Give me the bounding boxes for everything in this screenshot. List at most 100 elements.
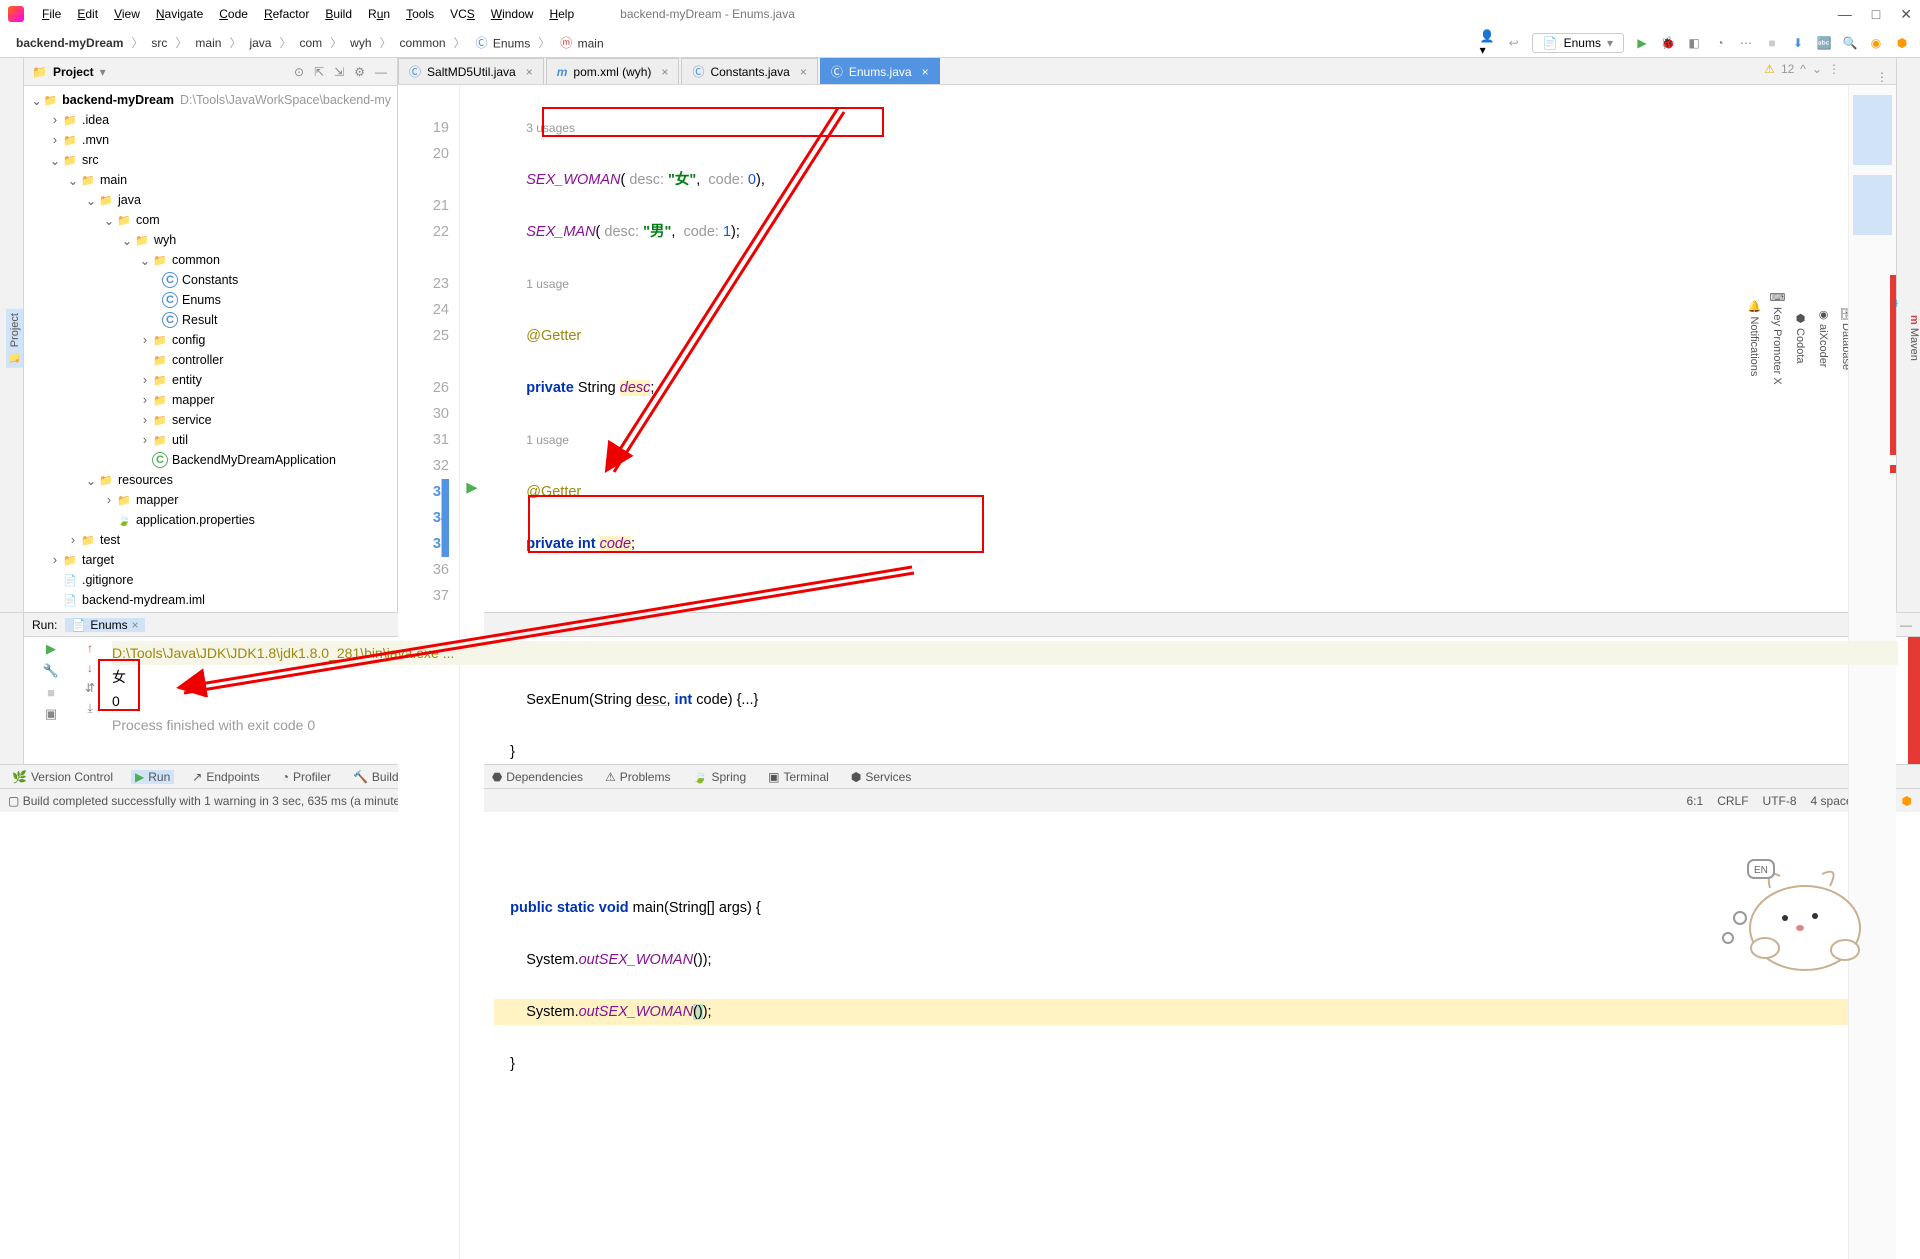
menu-view[interactable]: View xyxy=(108,5,146,23)
back-icon[interactable]: ↩ xyxy=(1506,35,1522,51)
profile-button[interactable]: ◔ xyxy=(1712,35,1728,51)
bt-profiler[interactable]: ◔Profiler xyxy=(278,770,335,784)
tree-item[interactable]: entity xyxy=(172,373,202,387)
more-actions-button[interactable]: ⋯ xyxy=(1738,35,1754,51)
up-icon[interactable]: ↑ xyxy=(87,641,93,655)
bt-build[interactable]: 🔨Build xyxy=(349,770,403,784)
search-icon[interactable]: 🔍 xyxy=(1842,35,1858,51)
debug-button[interactable]: 🐞 xyxy=(1660,35,1676,51)
close-icon[interactable]: × xyxy=(922,65,929,79)
run-tab[interactable]: 📄Enums× xyxy=(65,618,144,632)
tree-item[interactable]: java xyxy=(118,193,141,207)
run-config-selector[interactable]: 📄Enums▾ xyxy=(1532,33,1624,53)
tree-item[interactable]: Result xyxy=(182,313,217,327)
tree-item[interactable]: src xyxy=(82,153,99,167)
menu-code[interactable]: Code xyxy=(213,5,254,23)
tab-saltmd5[interactable]: ⒸSaltMD5Util.java× xyxy=(398,58,544,84)
stop-button[interactable]: ■ xyxy=(1764,35,1780,51)
menu-file[interactable]: File xyxy=(36,5,67,23)
menu-run[interactable]: Run xyxy=(362,5,396,23)
tool-project[interactable]: 📁 Project xyxy=(6,309,23,368)
vcs-update-icon[interactable]: ⬇ xyxy=(1790,35,1806,51)
maximize-button[interactable]: □ xyxy=(1872,6,1880,23)
crumb[interactable]: com xyxy=(293,34,328,52)
panel-settings-icon[interactable]: ⚙ xyxy=(352,65,367,79)
menu-build[interactable]: Build xyxy=(319,5,358,23)
menu-window[interactable]: Window xyxy=(485,5,540,23)
tree-item[interactable]: config xyxy=(172,333,205,347)
tool-actions-icon[interactable]: 🔧 xyxy=(43,663,59,679)
tree-item[interactable]: test xyxy=(100,533,120,547)
mem-icon[interactable]: ⬢ xyxy=(1902,794,1912,808)
close-icon[interactable]: × xyxy=(526,65,533,79)
tree-item[interactable]: controller xyxy=(172,353,223,367)
crumb[interactable]: wyh xyxy=(344,34,377,52)
hide-panel-icon[interactable]: — xyxy=(373,65,389,79)
crumb[interactable]: ⓜ main xyxy=(552,33,609,53)
tree-item[interactable]: .mvn xyxy=(82,133,109,147)
run-button[interactable]: ▶ xyxy=(1634,35,1650,51)
crumb-root[interactable]: backend-myDream xyxy=(10,34,129,52)
tree-item[interactable]: resources xyxy=(118,473,173,487)
stop-icon[interactable]: ■ xyxy=(47,685,55,700)
hide-run-icon[interactable]: — xyxy=(1900,618,1912,632)
tree-item[interactable]: .idea xyxy=(82,113,109,127)
crumb[interactable]: common xyxy=(394,34,452,52)
bt-run[interactable]: ▶Run xyxy=(131,770,174,784)
tree-item[interactable]: wyh xyxy=(154,233,176,247)
ide-icon[interactable]: ◉ xyxy=(1868,35,1884,51)
expand-all-icon[interactable]: ⇱ xyxy=(312,65,326,79)
crumb[interactable]: Ⓒ Enums xyxy=(468,33,537,53)
crumb[interactable]: main xyxy=(189,34,227,52)
bt-endpoints[interactable]: ↗Endpoints xyxy=(188,770,263,784)
collapse-all-icon[interactable]: ⇲ xyxy=(332,65,346,79)
settings-icon[interactable]: ⬢ xyxy=(1894,35,1910,51)
tree-item[interactable]: Constants xyxy=(182,273,238,287)
menu-navigate[interactable]: Navigate xyxy=(150,5,209,23)
scroll-icon[interactable]: ⤓ xyxy=(87,701,92,716)
close-icon[interactable]: × xyxy=(661,65,668,79)
minimize-button[interactable]: — xyxy=(1838,6,1852,23)
tree-item[interactable]: common xyxy=(172,253,220,267)
inspection-badge[interactable]: ⚠12^⌄⋮ xyxy=(1764,62,1840,76)
crumb[interactable]: src xyxy=(145,34,173,52)
soft-wrap-icon[interactable]: ⇵ xyxy=(85,681,95,695)
close-button[interactable]: ✕ xyxy=(1900,6,1912,23)
menu-vcs[interactable]: VCS xyxy=(444,5,481,23)
layout-icon[interactable]: ▣ xyxy=(45,706,57,722)
menu-help[interactable]: Help xyxy=(543,5,580,23)
tab-more-icon[interactable]: ⋮ xyxy=(1868,70,1896,84)
tree-item[interactable]: BackendMyDreamApplication xyxy=(172,453,336,467)
menu-refactor[interactable]: Refactor xyxy=(258,5,315,23)
tree-item[interactable]: backend-mydream.iml xyxy=(82,593,205,607)
select-open-file-icon[interactable]: ⊙ xyxy=(292,65,306,79)
tree-item[interactable]: com xyxy=(136,213,160,227)
tree-item[interactable]: util xyxy=(172,433,188,447)
tree-item[interactable]: mapper xyxy=(172,393,214,407)
user-icon[interactable]: 👤▾ xyxy=(1480,35,1496,51)
tree-item[interactable]: application.properties xyxy=(136,513,255,527)
down-icon[interactable]: ↓ xyxy=(87,661,93,675)
tab-enums[interactable]: ⒸEnums.java× xyxy=(820,58,940,84)
tree-item[interactable]: main xyxy=(100,173,127,187)
rerun-button[interactable]: ▶ xyxy=(46,641,56,657)
run-output[interactable]: D:\Tools\Java\JDK\JDK1.8\jdk1.8.0_281\bi… xyxy=(102,637,1908,764)
tree-item[interactable]: target xyxy=(82,553,114,567)
crumb[interactable]: java xyxy=(243,34,277,52)
bt-version-control[interactable]: 🌿Version Control xyxy=(8,770,117,784)
tree-item[interactable]: .gitignore xyxy=(82,573,133,587)
tab-constants[interactable]: ⒸConstants.java× xyxy=(681,58,817,84)
menu-edit[interactable]: Edit xyxy=(71,5,104,23)
translate-icon[interactable]: 🔤 xyxy=(1816,35,1832,51)
tree-root[interactable]: backend-myDream xyxy=(62,93,174,107)
tab-pom[interactable]: mpom.xml (wyh)× xyxy=(546,58,680,84)
close-icon[interactable]: × xyxy=(800,65,807,79)
tree-item[interactable]: service xyxy=(172,413,212,427)
tool-maven[interactable]: m Maven xyxy=(1908,315,1920,361)
run-gutter-icon[interactable]: ▶ xyxy=(460,475,484,501)
project-tree[interactable]: ⌄📁backend-myDreamD:\Tools\JavaWorkSpace\… xyxy=(24,86,397,612)
tree-item[interactable]: Enums xyxy=(182,293,221,307)
menu-tools[interactable]: Tools xyxy=(400,5,440,23)
event-log-icon[interactable]: ▢ xyxy=(8,794,19,808)
coverage-button[interactable]: ◧ xyxy=(1686,35,1702,51)
